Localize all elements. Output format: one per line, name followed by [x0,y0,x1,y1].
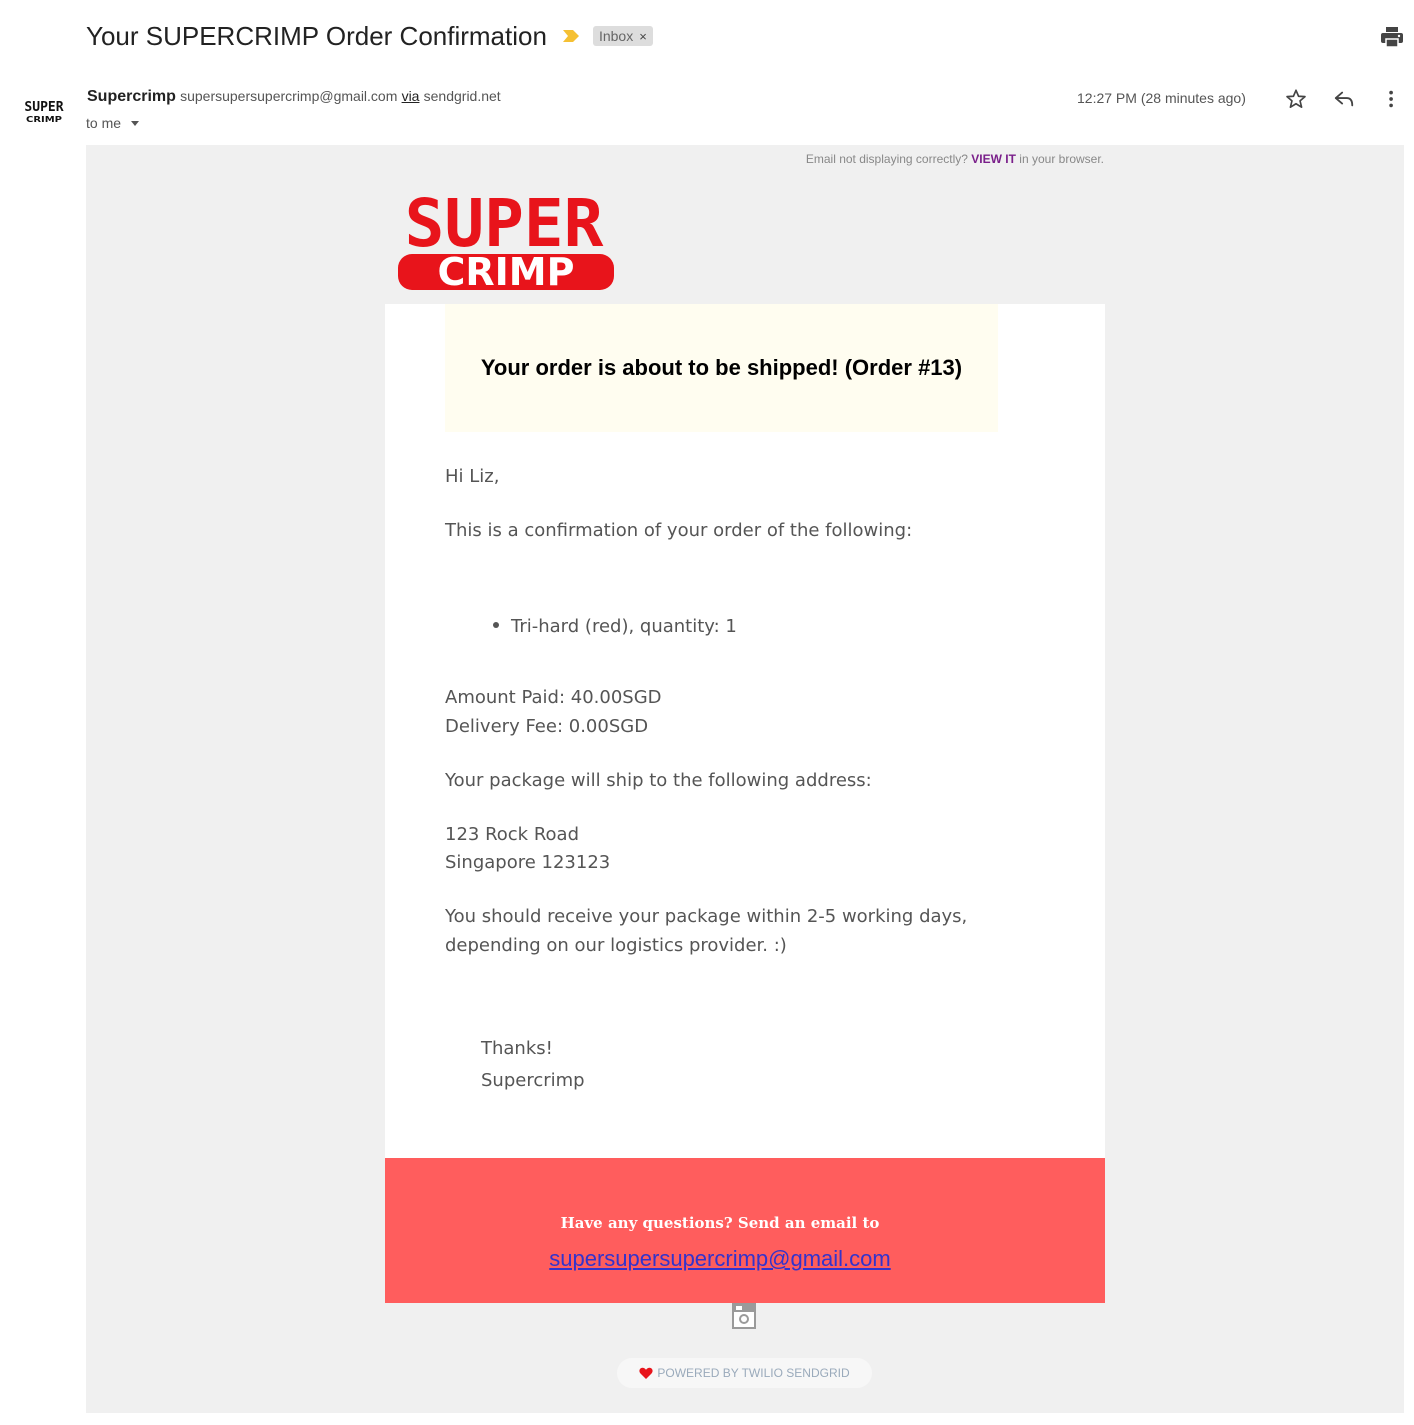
address-line-1: 123 Rock Road [445,824,579,845]
list-item: Tri-hard (red), quantity: 1 [511,616,737,637]
browser-note-suffix: in your browser. [1019,152,1104,166]
inbox-label-chip: Inbox × [592,26,653,46]
avatar-text-bottom: CRIMP [26,116,62,125]
heart-icon [639,1367,653,1379]
browser-note: Email not displaying correctly? VIEW IT … [770,152,1104,166]
print-icon[interactable] [1380,26,1404,48]
bullet-marker [493,622,499,628]
powered-by-badge[interactable]: POWERED BY TWILIO SENDGRID [617,1358,872,1388]
banner-title: Your order is about to be shipped! (Orde… [480,355,963,380]
via-link[interactable]: via [402,88,420,104]
eta-line-1: You should receive your package within 2… [445,906,968,927]
thanks-text: Thanks! [481,1038,553,1059]
ship-intro: Your package will ship to the following … [445,770,872,791]
supercrimp-logo: SUPER CRIMP [398,185,614,292]
signoff-text: Supercrimp [481,1070,585,1091]
remove-label-icon[interactable]: × [639,29,647,44]
email-timestamp: 12:27 PM (28 minutes ago) [1077,90,1246,106]
more-vert-icon[interactable] [1381,88,1403,110]
logo-text-bottom: CRIMP [438,250,575,292]
recipients-toggle[interactable]: to me [86,115,140,131]
eta-line-2: depending on our logistics provider. :) [445,935,787,956]
sender-avatar: SUPER CRIMP [24,100,63,125]
amount-paid: Amount Paid: 40.00SGD [445,687,662,708]
reply-icon[interactable] [1333,88,1355,110]
avatar-text-top: SUPER [24,100,63,115]
footer-question: Have any questions? Send an email to [560,1214,880,1232]
delivery-fee: Delivery Fee: 0.00SGD [445,716,649,737]
browser-note-prefix: Email not displaying correctly? [805,152,968,166]
powered-by-text: POWERED BY TWILIO SENDGRID [657,1366,850,1380]
order-banner: Your order is about to be shipped! (Orde… [445,304,998,432]
address-line-2: Singapore 123123 [445,852,611,873]
inbox-label: Inbox [598,28,634,44]
via-domain: sendgrid.net [423,88,501,104]
subject-row: Your SUPERCRIMP Order Confirmation Inbox… [86,18,653,54]
star-icon[interactable] [1285,88,1307,110]
greeting: Hi Liz, [445,466,500,487]
sender-email: supersupersupercrimp@gmail.com [180,88,398,104]
important-marker-icon[interactable] [561,28,581,44]
email-subject: Your SUPERCRIMP Order Confirmation [86,20,547,51]
chevron-down-icon [131,120,140,126]
intro-text: This is a confirmation of your order of … [445,520,913,541]
sender-name[interactable]: Supercrimp [87,88,176,105]
footer-email-link[interactable]: supersupersupercrimp@gmail.com [385,1246,1055,1272]
sender-row: Supercrimp supersupersupercrimp@gmail.co… [87,88,501,106]
recipients-label: to me [86,115,122,131]
view-in-browser-link[interactable]: VIEW IT [971,152,1016,166]
instagram-icon[interactable] [732,1303,756,1329]
